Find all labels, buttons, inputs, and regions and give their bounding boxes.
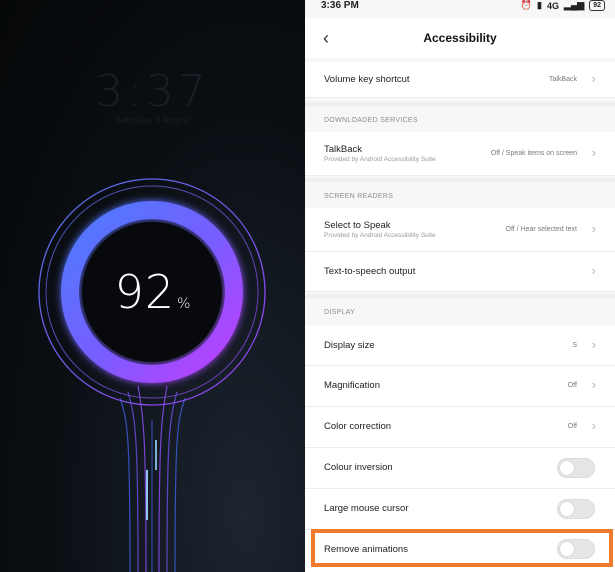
alarm-icon: ⏰ xyxy=(520,0,532,10)
text-to-speech-row[interactable]: Text-to-speech output › xyxy=(305,252,615,292)
percent-sign: % xyxy=(177,296,191,312)
section-title: DOWNLOADED SERVICES xyxy=(324,117,418,124)
battery-percent-value: 92 xyxy=(114,265,176,319)
large-mouse-cursor-row: Large mouse cursor xyxy=(305,489,615,530)
row-sublabel: Provided by Android Accessibility Suite xyxy=(324,156,436,163)
chevron-right-icon: › xyxy=(591,263,596,278)
charging-screen: 3:37 Saturday, 3 August 92 % xyxy=(0,0,305,572)
signal-bars-icon: ▂▄▆ xyxy=(563,0,585,10)
colour-inversion-row: Colour inversion xyxy=(305,448,615,489)
toggle-knob xyxy=(560,461,574,475)
section-display: DISPLAY xyxy=(305,294,615,324)
chevron-right-icon: › xyxy=(591,337,596,352)
section-screen-readers: SCREEN READERS xyxy=(305,178,615,208)
row-label: Magnification xyxy=(324,380,380,391)
row-label: Large mouse cursor xyxy=(324,503,409,514)
page-title: Accessibility xyxy=(423,31,497,45)
volume-key-shortcut-row[interactable]: Volume key shortcut TalkBack › xyxy=(305,62,615,98)
remove-animations-row: Remove animations xyxy=(305,530,615,572)
app-header: ‹ Accessibility xyxy=(305,18,615,58)
row-label: Text-to-speech output xyxy=(324,266,416,277)
color-correction-row[interactable]: Color correction Off › xyxy=(305,407,615,448)
row-value: Off / Hear selected text xyxy=(505,226,577,233)
row-label: Display size xyxy=(324,340,375,351)
chevron-right-icon: › xyxy=(591,377,596,392)
row-label: Colour inversion xyxy=(324,462,393,473)
row-label: Volume key shortcut xyxy=(324,74,410,85)
magnification-row[interactable]: Magnification Off › xyxy=(305,366,615,407)
section-title: SCREEN READERS xyxy=(324,193,394,200)
battery-percent: 92% xyxy=(0,265,305,319)
row-value: Off / Speak items on screen xyxy=(490,150,577,157)
status-bar: 3:36 PM ⏰ ▮ 4G ▂▄▆ 92 xyxy=(305,0,615,14)
chevron-right-icon: › xyxy=(591,145,596,160)
section-title: DISPLAY xyxy=(324,309,356,316)
section-downloaded-services: DOWNLOADED SERVICES xyxy=(305,102,615,132)
large-mouse-cursor-toggle[interactable] xyxy=(557,499,595,519)
network-type: 4G xyxy=(546,0,559,11)
row-value: TalkBack xyxy=(548,76,577,83)
status-icons: ⏰ ▮ 4G ▂▄▆ 92 xyxy=(521,0,605,11)
remove-animations-toggle[interactable] xyxy=(557,539,595,559)
signal-icon: ▮ xyxy=(537,0,542,10)
settings-screen: 3:36 PM ⏰ ▮ 4G ▂▄▆ 92 ‹ Accessibility Vo… xyxy=(305,0,615,572)
row-value: Off xyxy=(567,382,577,389)
row-sublabel: Provided by Android Accessibility Suite xyxy=(324,232,436,239)
row-label: Color correction xyxy=(324,421,392,432)
battery-icon: 92 xyxy=(589,0,605,11)
row-value: Off xyxy=(567,423,577,430)
row-value: S xyxy=(572,342,577,349)
row-label: Remove animations xyxy=(324,544,408,555)
row-label: Select to Speak xyxy=(324,220,391,231)
talkback-row[interactable]: TalkBack Provided by Android Accessibili… xyxy=(305,132,615,176)
row-label: TalkBack xyxy=(324,144,363,155)
select-to-speak-row[interactable]: Select to Speak Provided by Android Acce… xyxy=(305,208,615,252)
status-time: 3:36 PM xyxy=(321,0,359,11)
chevron-right-icon: › xyxy=(591,71,596,86)
display-size-row[interactable]: Display size S › xyxy=(305,326,615,366)
toggle-knob xyxy=(560,502,574,516)
chevron-right-icon: › xyxy=(591,221,596,236)
toggle-knob xyxy=(560,542,574,556)
chevron-right-icon: › xyxy=(591,418,596,433)
colour-inversion-toggle[interactable] xyxy=(557,458,595,478)
